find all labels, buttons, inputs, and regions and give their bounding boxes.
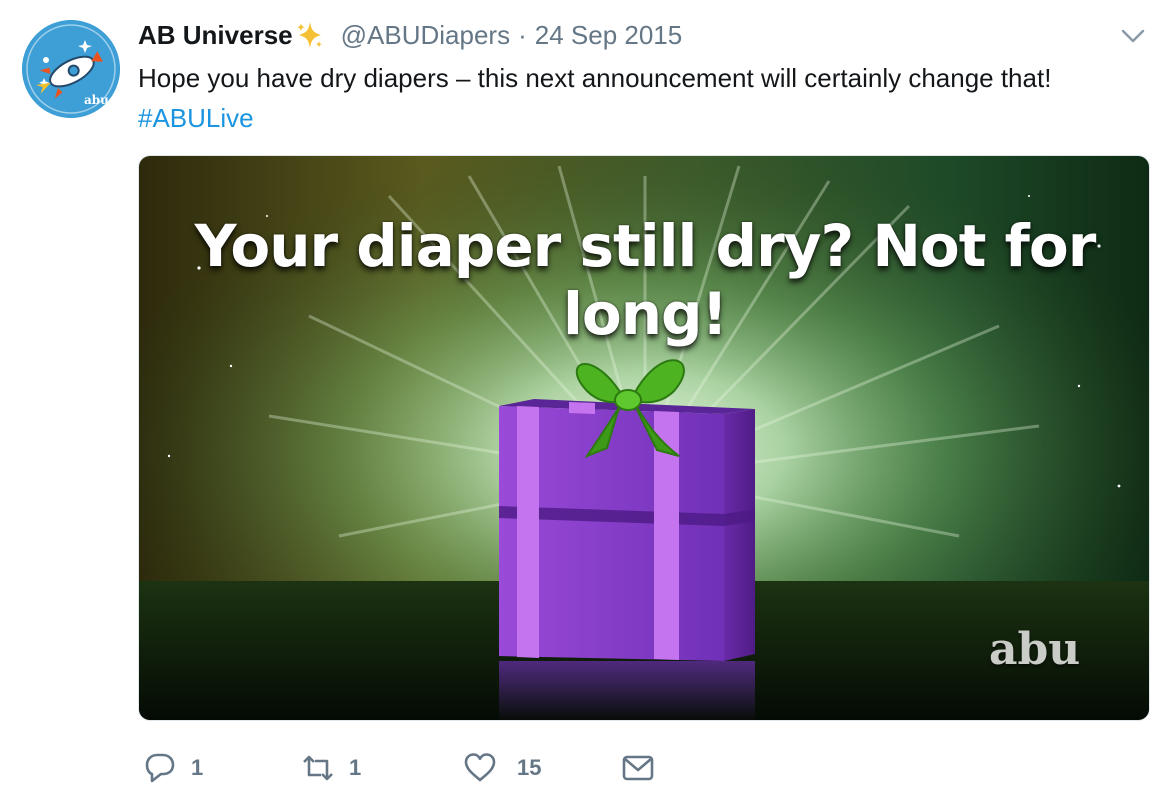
tweet-media-image[interactable]: Your diaper still dry? Not for long! abu	[138, 155, 1150, 721]
svg-text:abu: abu	[84, 93, 109, 107]
tweet-text: Hope you have dry diapers – this next an…	[138, 58, 1148, 138]
media-headline: Your diaper still dry? Not for long!	[194, 212, 1097, 348]
separator-dot: ·	[518, 19, 527, 50]
reply-button[interactable]: 1	[143, 748, 203, 788]
retweet-count: 1	[349, 755, 362, 780]
handle[interactable]: @ABUDiapers	[341, 20, 510, 51]
tweet-body: Hope you have dry diapers – this next an…	[138, 63, 1052, 93]
envelope-icon	[622, 755, 654, 781]
tweet-date[interactable]: 24 Sep 2015	[535, 20, 682, 51]
avatar[interactable]: abu	[22, 20, 120, 118]
display-name[interactable]: AB Universe	[138, 20, 293, 51]
like-count: 15	[517, 755, 542, 780]
retweet-button[interactable]: 1	[301, 748, 361, 788]
reply-icon	[145, 753, 175, 783]
direct-message-button[interactable]	[621, 748, 655, 788]
rocket-logo: abu	[22, 20, 120, 118]
sparkles-icon	[296, 22, 322, 48]
retweet-icon	[303, 755, 333, 781]
chevron-down-icon[interactable]	[1120, 26, 1146, 46]
like-button[interactable]: 15	[463, 748, 541, 788]
hashtag-link[interactable]: #ABULive	[138, 98, 1148, 138]
abu-logo: abu	[989, 624, 1081, 675]
heart-icon	[464, 753, 496, 782]
tweet-header: AB Universe @ABUDiapers · 24 Sep 2015	[138, 19, 682, 51]
reply-count: 1	[191, 755, 204, 780]
